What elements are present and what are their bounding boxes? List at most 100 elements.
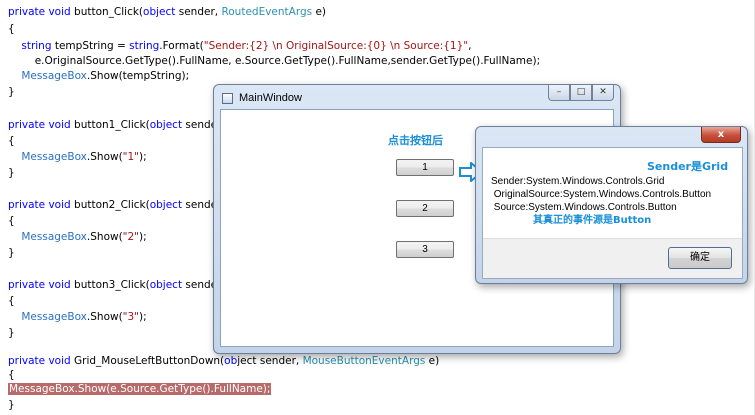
button-1[interactable]: 1 [396, 159, 454, 176]
code-line: MessageBox.Show("2"); [8, 230, 147, 244]
message-box-footer: 确定 [483, 238, 742, 278]
code-token: RoutedEventArgs [221, 6, 313, 18]
button-2[interactable]: 2 [396, 200, 454, 217]
code-token: object [149, 119, 183, 131]
code-line: MessageBox.Show("3"); [8, 310, 147, 324]
code-line: } [8, 326, 15, 340]
code-token: MessageBox [21, 231, 87, 243]
code-line: e.OriginalSource.GetType().FullName, e.S… [8, 54, 540, 68]
highlighted-code: MessageBox.Show(e.Source.GetType().FullN… [8, 383, 272, 395]
code-token: button2_Click( [70, 199, 150, 211]
code-token: .Format( [159, 40, 204, 52]
code-token: string [129, 40, 160, 52]
code-token: { [8, 215, 15, 227]
code-token: .Show( [86, 231, 123, 243]
code-token: e) [425, 355, 440, 367]
code-token: Grid_MouseLeftButtonDown( [70, 355, 225, 367]
annotation-real-source: 其真正的事件源是Button [533, 215, 652, 226]
code-token: private void [8, 355, 71, 367]
code-token: { [8, 23, 15, 35]
code-token: { [8, 135, 15, 147]
code-token: button3_Click( [70, 279, 150, 291]
code-line: private void Grid_MouseLeftButtonDown(ob… [8, 354, 439, 368]
caption-buttons: – □ ✕ [548, 85, 614, 101]
code-line: MessageBox.Show("1"); [8, 150, 147, 164]
code-token: private void [8, 6, 71, 18]
code-line: { [8, 294, 15, 308]
code-token: MouseButtonEventArgs [302, 355, 426, 367]
code-line: } [8, 85, 15, 99]
code-token: MessageBox [21, 151, 87, 163]
code-token: , [468, 40, 472, 52]
annotation-after-click: 点击按钮后 [388, 134, 443, 147]
code-token: .Show( [86, 151, 123, 163]
annotation-sender-is-grid: Sender是Grid [647, 160, 729, 173]
main-window-titlebar[interactable]: MainWindow [222, 88, 302, 108]
code-token: ob [224, 355, 238, 367]
code-token: button_Click( [70, 6, 144, 18]
code-token: tempString = [51, 40, 130, 52]
code-token: sender, [175, 6, 222, 18]
message-line-sender: Sender:System.Windows.Controls.Grid [491, 176, 665, 187]
code-line: { [8, 22, 15, 36]
code-token: "1" [122, 151, 140, 163]
code-token: private void [8, 279, 71, 291]
code-line: private void button1_Click(object sender… [8, 118, 241, 132]
code-token: } [8, 399, 15, 411]
message-line-original-source: OriginalSource:System.Windows.Controls.B… [491, 189, 712, 200]
code-line: MessageBox.Show(e.Source.GetType().FullN… [8, 382, 272, 396]
code-token: } [8, 247, 15, 259]
code-token: ); [139, 311, 147, 323]
code-token: ject sender, [237, 355, 303, 367]
code-token: ); [139, 151, 147, 163]
code-line: string tempString = string.Format("Sende… [8, 39, 471, 53]
code-line: { [8, 134, 15, 148]
code-token: MessageBox [21, 311, 87, 323]
message-box[interactable]: x Sender是Grid Sender:System.Windows.Cont… [475, 126, 748, 284]
close-button[interactable]: ✕ [592, 85, 614, 101]
code-token: } [8, 327, 15, 339]
code-line: private void button2_Click(object sender… [8, 198, 241, 212]
code-token: } [8, 86, 15, 98]
ok-button[interactable]: 确定 [668, 247, 732, 269]
code-token: { [8, 295, 15, 307]
code-token: .Show( [86, 311, 123, 323]
code-line: { [8, 368, 15, 382]
code-line: } [8, 246, 15, 260]
minimize-button[interactable]: – [548, 85, 570, 101]
button-3[interactable]: 3 [396, 241, 454, 258]
code-token: e.OriginalSource.GetType().FullName, e.S… [8, 55, 541, 67]
code-token: .Show(tempString); [86, 70, 190, 82]
maximize-button[interactable]: □ [570, 85, 592, 101]
code-line: private void button_Click(object sender,… [8, 5, 326, 19]
code-token: ); [139, 231, 147, 243]
code-token: } [8, 167, 15, 179]
code-token: private void [8, 199, 71, 211]
code-line: MessageBox.Show(tempString); [8, 69, 189, 83]
code-token: private void [8, 119, 71, 131]
main-window-title: MainWindow [239, 92, 302, 104]
code-token: e) [312, 6, 327, 18]
code-line: private void button3_Click(object sender… [8, 278, 241, 292]
code-line: } [8, 166, 15, 180]
code-token: "Sender:{2} \n OriginalSource:{0} \n Sou… [203, 40, 469, 52]
code-line: } [8, 398, 15, 412]
code-token: MessageBox [21, 70, 87, 82]
code-line: { [8, 214, 15, 228]
code-token: string [21, 40, 52, 52]
app-icon [222, 92, 233, 104]
message-box-body: Sender是Grid Sender:System.Windows.Contro… [482, 147, 743, 279]
code-token: "2" [122, 231, 140, 243]
code-token: object [143, 6, 176, 18]
code-token: "3" [122, 311, 140, 323]
code-token: object [149, 199, 183, 211]
code-token: button1_Click( [70, 119, 150, 131]
code-token: { [8, 369, 15, 381]
code-token: object [149, 279, 183, 291]
message-box-close-button[interactable]: x [701, 127, 741, 143]
